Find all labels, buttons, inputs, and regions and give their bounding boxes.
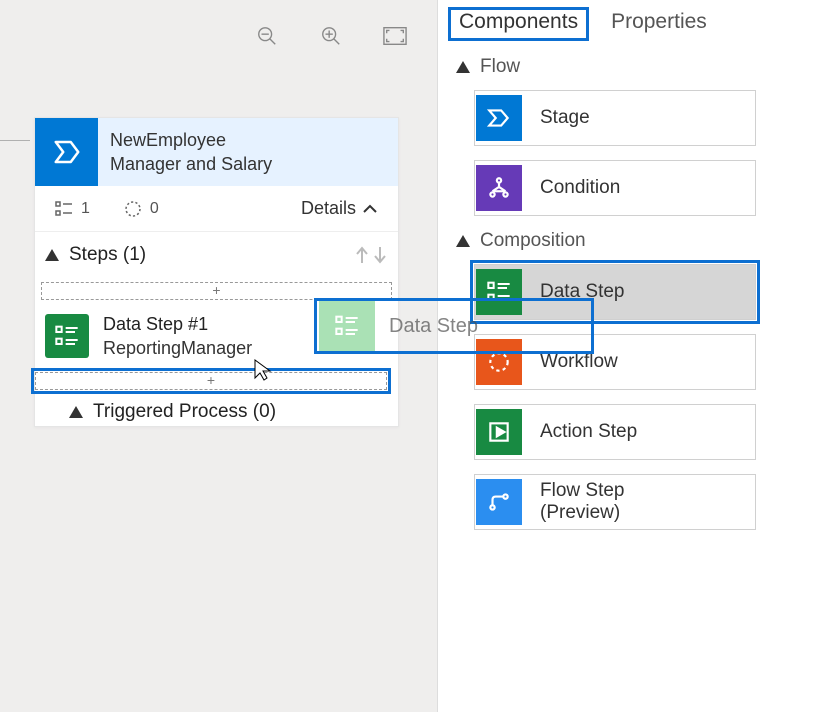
drop-zone-after[interactable]: + — [35, 372, 387, 390]
section-flow-label: Flow — [480, 56, 520, 78]
fit-screen-button[interactable] — [383, 24, 407, 48]
workflow-icon — [476, 339, 522, 385]
plus-icon: + — [212, 282, 220, 298]
component-flow-step-label: Flow Step (Preview) — [540, 480, 624, 524]
stage-card[interactable]: NewEmployee Manager and Salary 1 0 Detai… — [34, 117, 399, 427]
component-workflow-label: Workflow — [540, 351, 618, 373]
component-stage[interactable]: Stage — [474, 90, 756, 146]
plus-icon: + — [207, 372, 215, 388]
step-row[interactable]: Data Step #1 ReportingManager — [35, 306, 398, 366]
stage-title-line2: Manager and Salary — [110, 152, 386, 176]
steps-title: Steps (1) — [69, 244, 354, 266]
list-count-value: 1 — [81, 200, 90, 218]
data-step-icon — [45, 314, 89, 358]
triangle-icon — [69, 406, 83, 418]
tab-components[interactable]: Components — [448, 7, 589, 41]
components-panel: Components Properties Flow Stage Conditi… — [437, 0, 820, 712]
connector-edge — [0, 140, 30, 141]
cycle-count-value: 0 — [150, 200, 159, 218]
step-text: Data Step #1 ReportingManager — [103, 312, 252, 360]
panel-tabs: Components Properties — [456, 10, 802, 38]
design-canvas[interactable]: NewEmployee Manager and Salary 1 0 Detai… — [0, 0, 437, 712]
triggered-label: Triggered Process (0) — [93, 401, 276, 423]
component-condition-label: Condition — [540, 177, 620, 199]
flow-step-icon — [476, 479, 522, 525]
triggered-process-header[interactable]: Triggered Process (0) — [35, 396, 398, 426]
section-composition-label: Composition — [480, 230, 586, 252]
steps-header[interactable]: Steps (1) — [35, 232, 398, 276]
step-subtitle: ReportingManager — [103, 336, 252, 360]
triangle-icon — [456, 61, 470, 73]
component-workflow[interactable]: Workflow — [474, 334, 756, 390]
reorder-arrows[interactable] — [354, 245, 388, 265]
stage-header[interactable]: NewEmployee Manager and Salary — [35, 118, 398, 186]
stage-title-line1: NewEmployee — [110, 128, 386, 152]
details-label: Details — [301, 198, 356, 219]
flow-step-line2: (Preview) — [540, 502, 624, 524]
component-action-step[interactable]: Action Step — [474, 404, 756, 460]
cycle-count-stat: 0 — [124, 200, 159, 218]
stage-icon — [476, 95, 522, 141]
drop-zone-before[interactable]: + — [41, 282, 392, 300]
zoom-in-button[interactable] — [319, 24, 343, 48]
stage-stats: 1 0 Details — [35, 186, 398, 232]
component-stage-label: Stage — [540, 107, 590, 129]
zoom-out-button[interactable] — [255, 24, 279, 48]
stage-icon — [35, 118, 98, 186]
details-toggle[interactable]: Details — [301, 198, 378, 219]
triangle-icon — [45, 249, 59, 261]
component-data-step[interactable]: Data Step — [474, 264, 756, 320]
canvas-toolbar — [0, 18, 437, 54]
triangle-icon — [456, 235, 470, 247]
section-flow[interactable]: Flow — [456, 56, 802, 78]
component-condition[interactable]: Condition — [474, 160, 756, 216]
flow-step-line1: Flow Step — [540, 480, 624, 502]
component-data-step-label: Data Step — [540, 281, 625, 303]
action-step-icon — [476, 409, 522, 455]
list-count-stat: 1 — [55, 200, 90, 218]
section-composition[interactable]: Composition — [456, 230, 802, 252]
chevron-up-icon — [362, 204, 378, 214]
tab-properties[interactable]: Properties — [611, 10, 707, 38]
stage-title: NewEmployee Manager and Salary — [98, 118, 398, 186]
data-step-icon — [476, 269, 522, 315]
step-title: Data Step #1 — [103, 312, 252, 336]
component-flow-step[interactable]: Flow Step (Preview) — [474, 474, 756, 530]
condition-icon — [476, 165, 522, 211]
component-action-step-label: Action Step — [540, 421, 637, 443]
